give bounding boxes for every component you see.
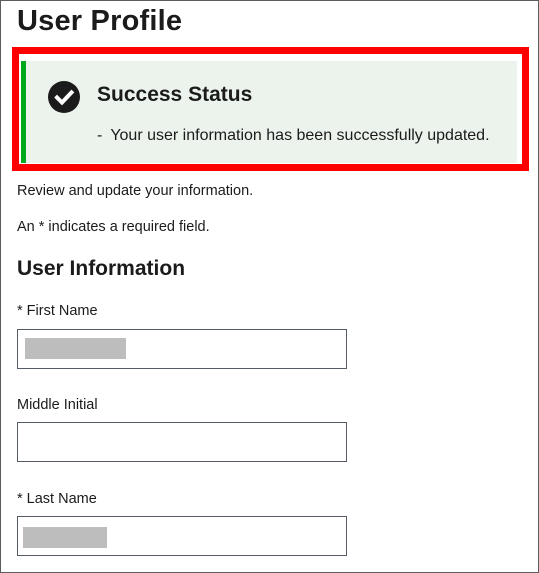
last-name-label: * Last Name [17, 491, 97, 507]
highlight-box [12, 47, 529, 171]
middle-initial-label: Middle Initial [17, 397, 98, 413]
page-frame: User Profile Success Status - Your user i… [0, 0, 539, 573]
page-title: User Profile [17, 5, 183, 37]
redacted-value [23, 527, 107, 548]
redacted-value [25, 338, 126, 359]
first-name-label: * First Name [17, 303, 98, 319]
required-field-note: An * indicates a required field. [17, 219, 210, 235]
section-heading: User Information [17, 257, 186, 280]
intro-text: Review and update your information. [17, 183, 254, 199]
middle-initial-field[interactable] [17, 422, 347, 462]
